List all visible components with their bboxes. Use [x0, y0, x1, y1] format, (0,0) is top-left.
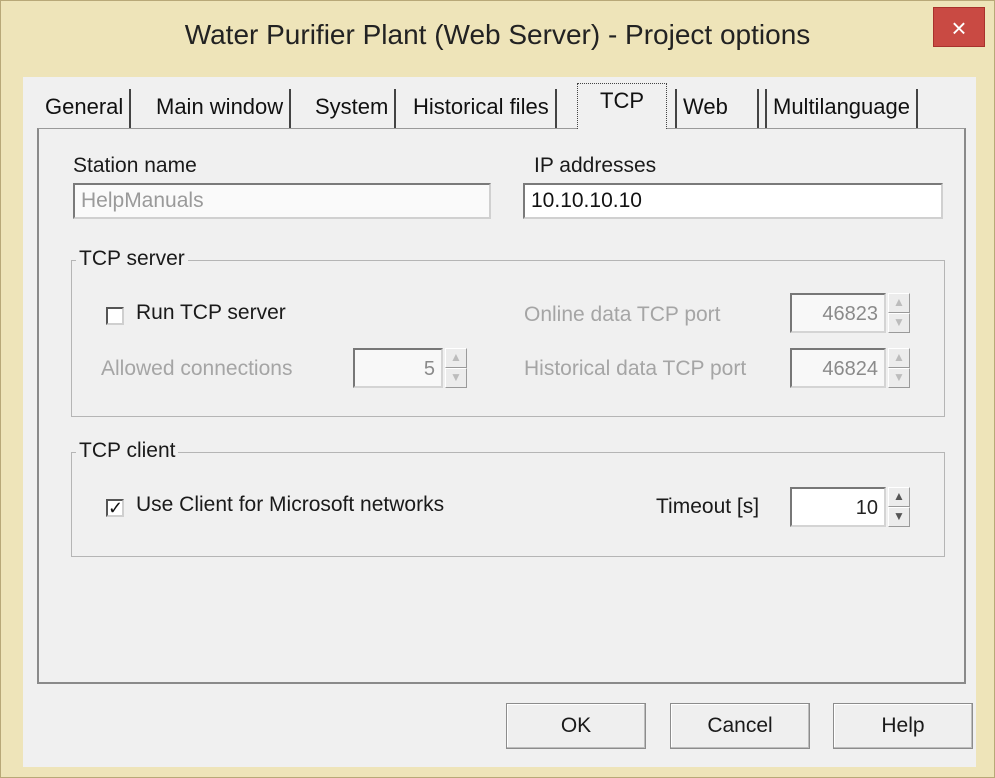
- station-name-field[interactable]: [73, 183, 491, 219]
- tcp-tab-panel: Station name IP addresses TCP server Run…: [37, 128, 966, 684]
- online-port-spinner[interactable]: ▲ ▼: [888, 293, 910, 333]
- use-client-label[interactable]: Use Client for Microsoft networks: [136, 493, 444, 517]
- tab-historical-files[interactable]: Historical files: [407, 89, 557, 129]
- help-button[interactable]: Help: [833, 703, 973, 749]
- online-port-field[interactable]: 46823: [790, 293, 886, 333]
- tcp-server-group: TCP server Run TCP server Allowed connec…: [71, 247, 945, 417]
- spin-up-icon[interactable]: ▲: [888, 487, 910, 507]
- spin-up-icon[interactable]: ▲: [888, 293, 910, 313]
- window-title: Water Purifier Plant (Web Server) - Proj…: [184, 19, 811, 50]
- project-options-dialog: Water Purifier Plant (Web Server) - Proj…: [0, 0, 995, 778]
- tcp-client-group: TCP client ✓ Use Client for Microsoft ne…: [71, 439, 945, 557]
- cancel-button[interactable]: Cancel: [670, 703, 810, 749]
- ip-addresses-label: IP addresses: [534, 154, 657, 177]
- timeout-spinner[interactable]: ▲ ▼: [888, 487, 910, 527]
- historical-port-field[interactable]: 46824: [790, 348, 886, 388]
- spin-down-icon[interactable]: ▼: [888, 507, 910, 527]
- historical-port-label: Historical data TCP port: [524, 357, 747, 380]
- close-button[interactable]: ×: [933, 7, 985, 47]
- tab-system[interactable]: System: [309, 89, 397, 129]
- allowed-connections-label: Allowed connections: [101, 357, 293, 380]
- allowed-connections-spinner[interactable]: ▲ ▼: [445, 348, 467, 388]
- tab-main-window[interactable]: Main window: [150, 89, 292, 129]
- spin-down-icon[interactable]: ▼: [888, 368, 910, 388]
- tab-web[interactable]: Web: [675, 89, 759, 129]
- tab-general[interactable]: General: [39, 89, 132, 129]
- tab-multilanguage[interactable]: Multilanguage: [765, 89, 918, 129]
- spin-down-icon[interactable]: ▼: [445, 368, 467, 388]
- ip-addresses-field[interactable]: [523, 183, 943, 219]
- use-client-checkbox[interactable]: ✓: [106, 499, 124, 517]
- station-name-label: Station name: [73, 154, 197, 177]
- ok-button[interactable]: OK: [506, 703, 646, 749]
- timeout-field[interactable]: 10: [790, 487, 886, 527]
- tcp-client-title: TCP client: [76, 439, 179, 463]
- allowed-connections-field[interactable]: 5: [353, 348, 443, 388]
- spin-up-icon[interactable]: ▲: [445, 348, 467, 368]
- historical-port-spinner[interactable]: ▲ ▼: [888, 348, 910, 388]
- spin-up-icon[interactable]: ▲: [888, 348, 910, 368]
- run-tcp-server-checkbox[interactable]: [106, 307, 124, 325]
- run-tcp-server-label[interactable]: Run TCP server: [136, 301, 286, 325]
- timeout-label: Timeout [s]: [656, 495, 760, 518]
- tcp-server-title: TCP server: [76, 247, 188, 271]
- spin-down-icon[interactable]: ▼: [888, 313, 910, 333]
- online-port-label: Online data TCP port: [524, 303, 721, 326]
- tab-tcp[interactable]: TCP: [577, 83, 667, 129]
- title-bar[interactable]: Water Purifier Plant (Web Server) - Proj…: [1, 1, 994, 77]
- dialog-body: General Main window System Historical fi…: [23, 77, 976, 767]
